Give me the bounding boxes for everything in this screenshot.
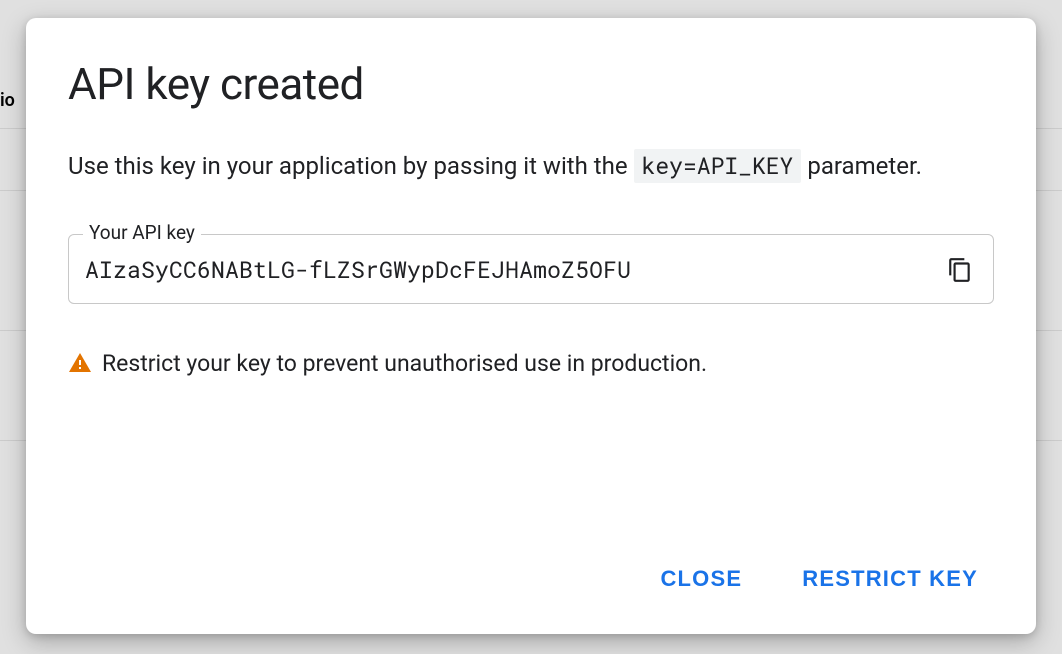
dialog-description-post: parameter.	[807, 152, 922, 180]
restrict-key-button[interactable]: RESTRICT KEY	[798, 558, 982, 600]
copy-icon	[947, 257, 973, 283]
dialog-actions: CLOSE RESTRICT KEY	[68, 558, 994, 606]
api-key-value-input[interactable]	[85, 255, 943, 285]
key-param-code: key=API_KEY	[634, 149, 802, 183]
api-key-created-dialog: API key created Use this key in your app…	[26, 18, 1036, 634]
dialog-description-pre: Use this key in your application by pass…	[68, 152, 634, 180]
spacer	[68, 397, 994, 558]
api-key-field-label: Your API key	[83, 221, 201, 244]
api-key-field: Your API key	[68, 234, 994, 304]
restrict-key-warning-text: Restrict your key to prevent unauthorise…	[102, 350, 707, 377]
backdrop-clipped-text: io	[0, 90, 15, 111]
dialog-description: Use this key in your application by pass…	[68, 150, 994, 184]
warning-icon	[68, 351, 92, 375]
copy-api-key-button[interactable]	[943, 253, 977, 287]
close-button[interactable]: CLOSE	[656, 558, 746, 600]
dialog-title: API key created	[68, 58, 994, 110]
restrict-key-warning: Restrict your key to prevent unauthorise…	[68, 350, 994, 377]
